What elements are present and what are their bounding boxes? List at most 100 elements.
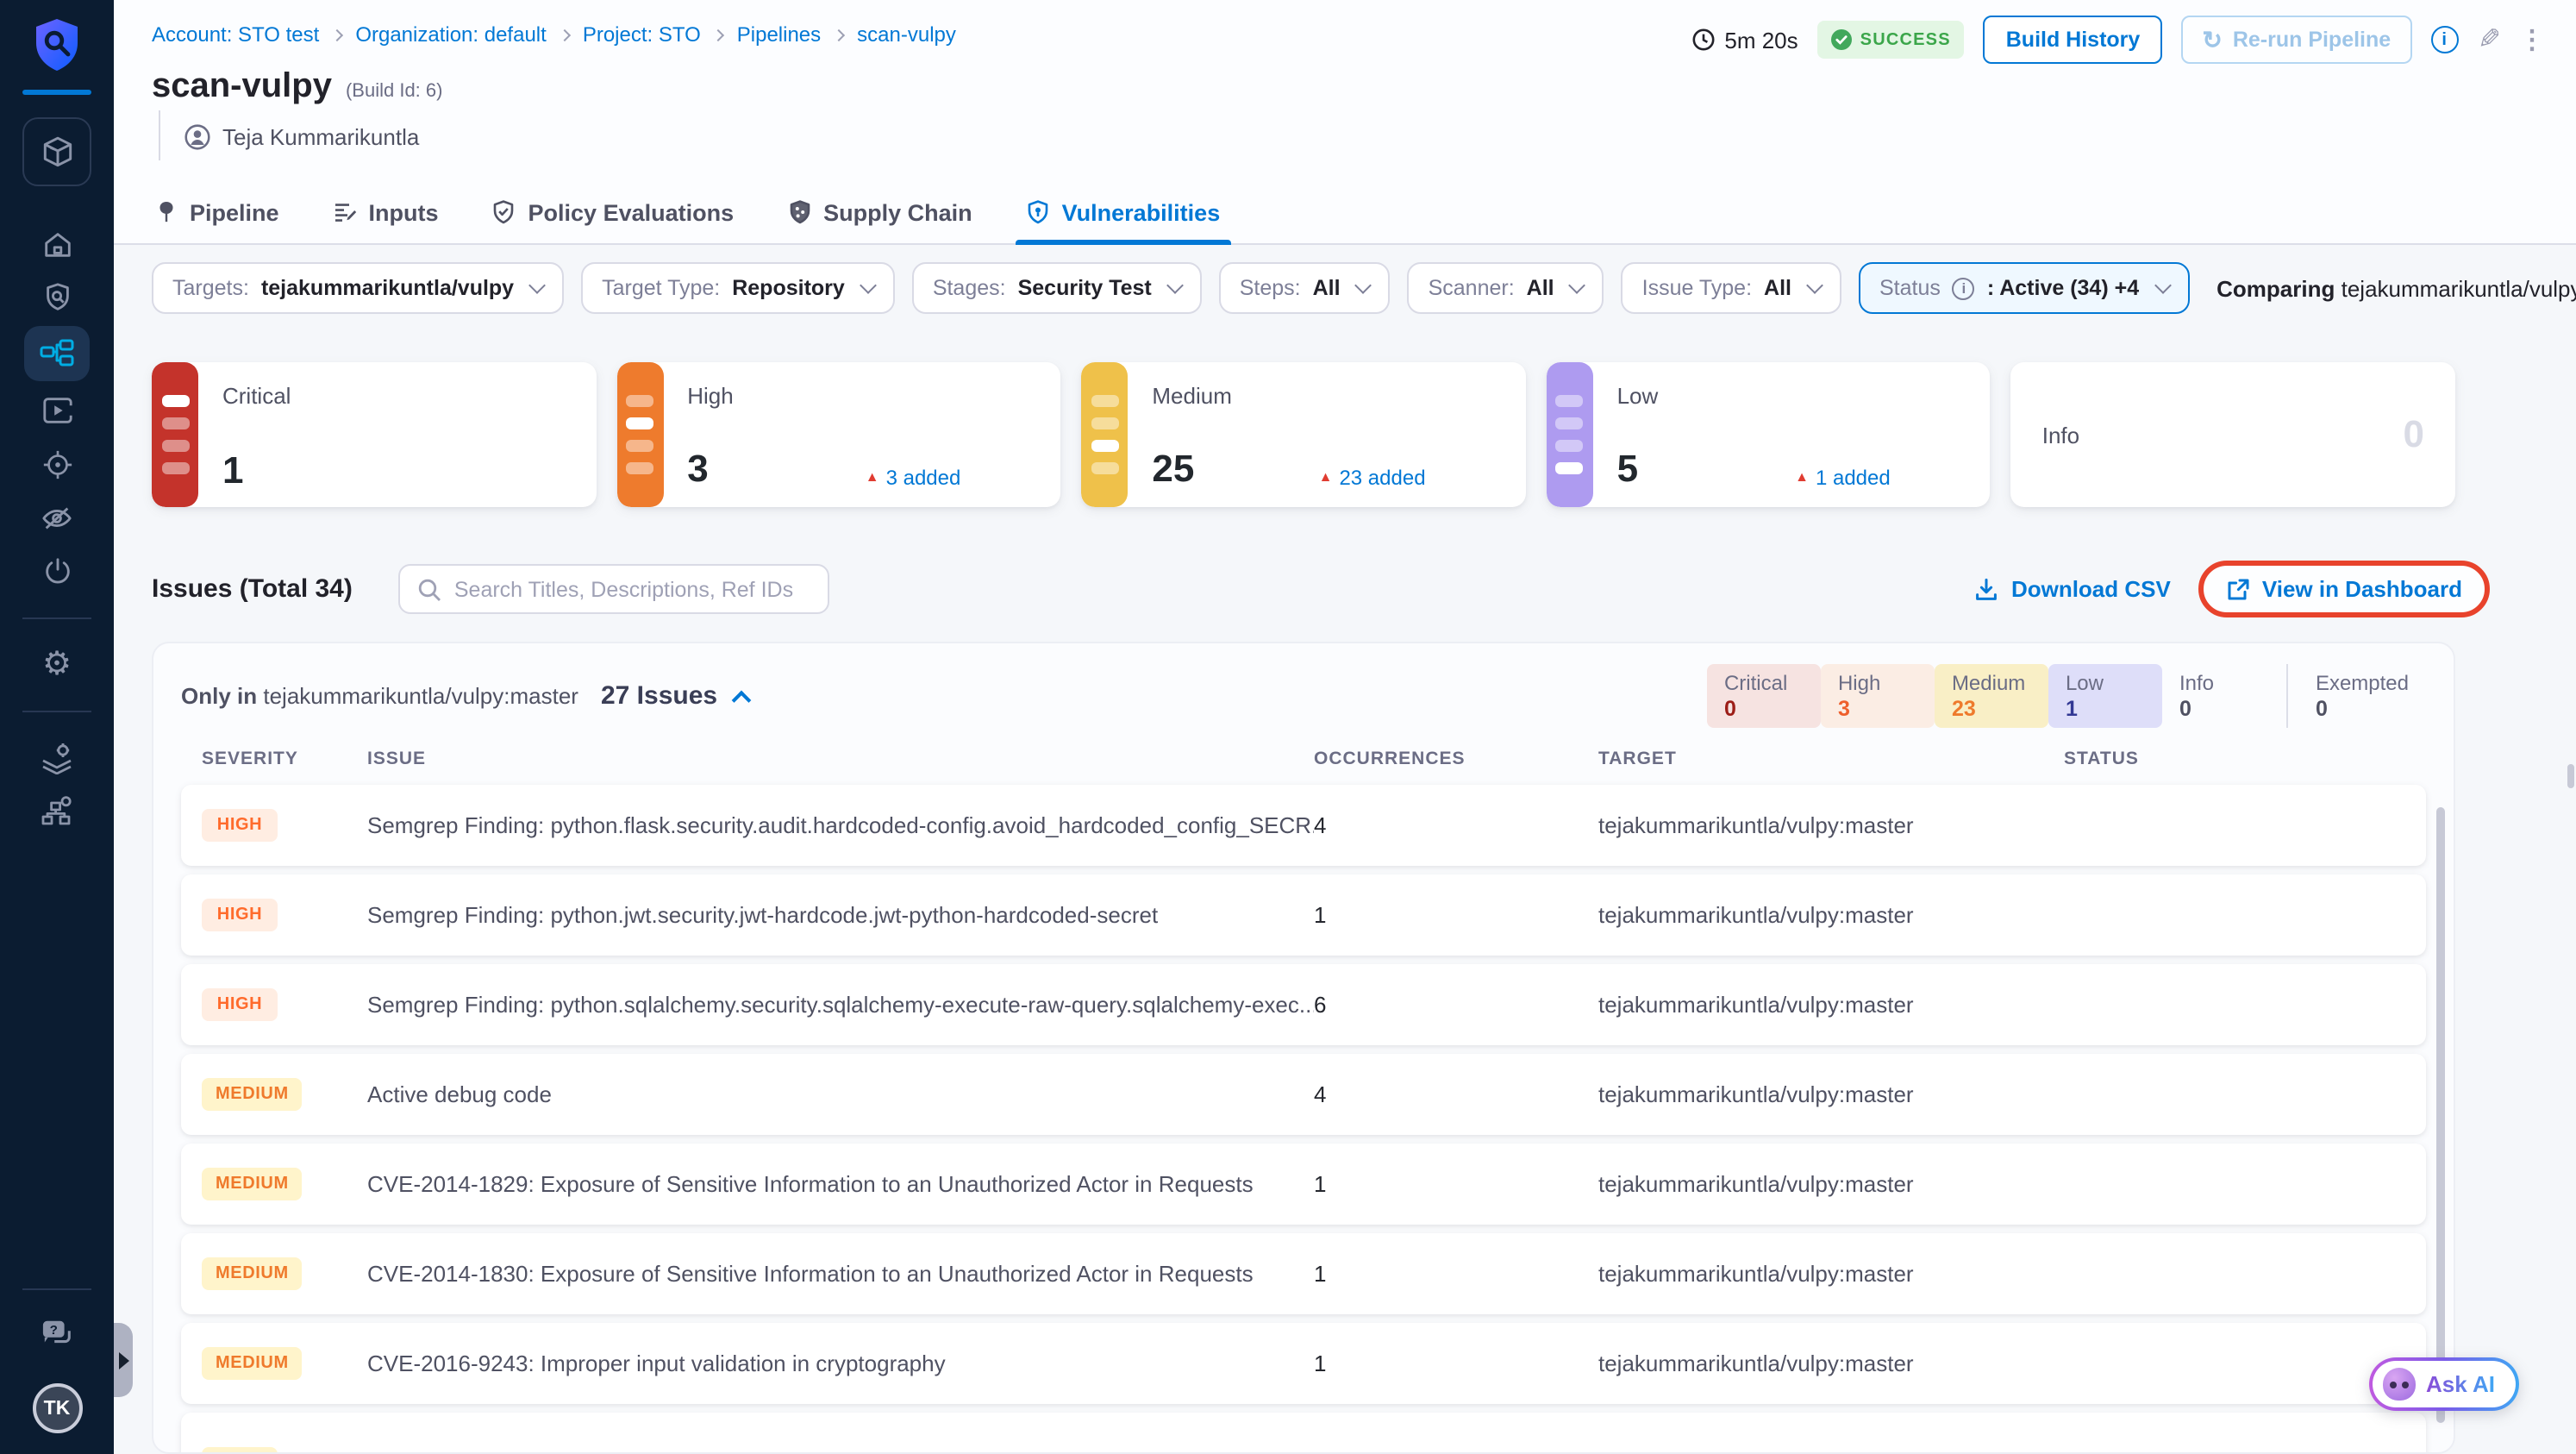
tab-pipeline[interactable]: Pipeline (152, 179, 283, 245)
download-csv-button[interactable]: Download CSV (1975, 576, 2171, 602)
sidebar-item-get-started[interactable] (24, 545, 90, 597)
chip-exempted: Exempted 0 (2285, 663, 2426, 727)
tab-supply-chain[interactable]: Supply Chain (784, 179, 976, 245)
sidebar-item-targets[interactable] (24, 438, 90, 490)
sidebar-item-exemptions[interactable] (24, 492, 90, 543)
search-box[interactable] (398, 564, 830, 614)
table-row[interactable]: MEDIUM CVE-2014-1830: Exposure of Sensit… (181, 1233, 2426, 1314)
table-row[interactable]: MEDIUM Active debug code 4 tejakummariku… (181, 1054, 2426, 1135)
build-history-button[interactable]: Build History (1983, 16, 2163, 64)
severity-badge: MEDIUM (202, 1347, 303, 1380)
title-row: scan-vulpy (Build Id: 6) (152, 67, 442, 107)
severity-strip-critical (152, 362, 198, 507)
help-button[interactable]: ? (24, 1307, 90, 1359)
sidebar-expand-handle[interactable] (114, 1323, 133, 1397)
card-label: Low (1616, 383, 1659, 409)
card-low[interactable]: Low 5 ▲ 1 added (1546, 362, 1991, 507)
power-icon (41, 555, 73, 587)
table-row[interactable]: MEDIUM CVE-2016-9243: Improper input val… (181, 1323, 2426, 1404)
breadcrumb-organization[interactable]: Organization: default (355, 22, 547, 47)
view-in-dashboard-button[interactable]: View in Dashboard (2226, 576, 2462, 602)
filter-status[interactable]: Status i : Active (34) +4 (1859, 262, 2190, 314)
sidebar-item-scans[interactable] (24, 271, 90, 323)
occurrences-value: 4 (1314, 812, 1327, 838)
issues-toolbar: Issues (Total 34) Download CSV View in D… (152, 561, 2490, 617)
sidebar-item-infrastructure[interactable] (24, 785, 90, 837)
target-value: tejakummarikuntla/vulpy:master (1598, 812, 1914, 838)
info-icon[interactable]: i (2430, 26, 2459, 53)
chevron-down-icon (1354, 277, 1372, 294)
left-nav-sidebar: ⚙ ? TK (0, 0, 114, 1454)
shield-check-icon (492, 200, 516, 224)
filter-issue-type[interactable]: Issue Type: All (1621, 262, 1841, 314)
chevron-right-icon (833, 28, 846, 41)
severity-strip-low (1546, 362, 1593, 507)
cube-icon (39, 134, 75, 170)
table-row[interactable]: HIGH Semgrep Finding: python.flask.secur… (181, 785, 2426, 866)
header-controls: 5m 20s SUCCESS Build History ↻ Re-run Pi… (1691, 16, 2545, 64)
tab-bar: Pipeline Inputs Policy Evaluations Suppl… (152, 179, 1230, 245)
table-header: SEVERITY ISSUE OCCURRENCES TARGET STATUS (181, 749, 2426, 769)
sidebar-item-settings[interactable]: ⚙ (24, 638, 90, 690)
target-value: tejakummarikuntla/vulpy:master (1598, 1261, 1914, 1287)
breadcrumb-project[interactable]: Project: STO (583, 22, 701, 47)
rerun-pipeline-button[interactable]: ↻ Re-run Pipeline (2181, 16, 2412, 64)
severity-strip-high (616, 362, 664, 507)
chip-high: High 3 (1820, 663, 1935, 727)
triangle-up-icon: ▲ (865, 469, 879, 485)
table-row[interactable]: MEDIUM CVE-2014-1829: Exposure of Sensit… (181, 1144, 2426, 1225)
breadcrumb-pipelines[interactable]: Pipelines (737, 22, 821, 47)
chip-critical: Critical 0 (1706, 663, 1821, 727)
filter-steps[interactable]: Steps: All (1218, 262, 1391, 314)
card-high[interactable]: High 3 ▲ 3 added (616, 362, 1061, 507)
ask-ai-label: Ask AI (2426, 1371, 2495, 1397)
group-scope-label: Only in tejakummarikuntla/vulpy:master (181, 682, 578, 708)
card-added[interactable]: ▲ 1 added (1795, 466, 1891, 490)
ask-ai-button[interactable]: Ask AI (2369, 1357, 2519, 1411)
table-row-partial[interactable] (181, 1413, 2426, 1452)
tab-inputs[interactable]: Inputs (329, 179, 442, 245)
module-selector-button[interactable] (22, 117, 91, 186)
table-row[interactable]: HIGH Semgrep Finding: python.jwt.securit… (181, 874, 2426, 956)
col-status: STATUS (2064, 749, 2139, 769)
tab-vulnerabilities[interactable]: Vulnerabilities (1015, 179, 1230, 245)
table-row[interactable]: HIGH Semgrep Finding: python.sqlalchemy.… (181, 964, 2426, 1045)
sidebar-item-pipelines[interactable] (24, 326, 90, 381)
breadcrumb-account[interactable]: Account: STO test (152, 22, 319, 47)
chevron-up-icon[interactable] (731, 690, 752, 711)
sidebar-divider (22, 711, 91, 712)
chevron-down-icon (528, 277, 546, 294)
issue-title: Active debug code (367, 1081, 552, 1107)
card-added[interactable]: ▲ 23 added (1319, 466, 1426, 490)
group-issue-count: 27 Issues (600, 680, 718, 710)
card-count: 0 (2403, 412, 2424, 455)
chevron-down-icon (2154, 277, 2172, 294)
issue-group-header[interactable]: Only in tejakummarikuntla/vulpy:master 2… (181, 663, 2426, 727)
card-critical[interactable]: Critical 1 ▲ (152, 362, 597, 507)
severity-badge: HIGH (202, 899, 278, 931)
triangle-up-icon: ▲ (1318, 469, 1333, 485)
card-added[interactable]: ▲ 3 added (866, 466, 961, 490)
chip-low: Low 1 (2048, 663, 2162, 727)
filter-scanner[interactable]: Scanner: All (1407, 262, 1604, 314)
pipelines-icon (40, 338, 74, 369)
card-info[interactable]: Info 0 (2010, 362, 2455, 507)
kebab-menu-icon[interactable]: ⋮ (2519, 24, 2545, 55)
edit-pencil-icon[interactable]: ✎ (2477, 22, 2500, 57)
annotation-highlight-circle: View in Dashboard (2198, 561, 2490, 617)
filter-stages[interactable]: Stages: Security Test (911, 262, 1202, 314)
tab-policy-evaluations[interactable]: Policy Evaluations (489, 179, 738, 245)
page-scrollbar-thumb[interactable] (2567, 764, 2574, 788)
sidebar-item-home[interactable] (24, 217, 90, 269)
sidebar-item-executions[interactable] (24, 385, 90, 436)
filter-target-type[interactable]: Target Type: Repository (581, 262, 895, 314)
user-avatar[interactable]: TK (32, 1383, 82, 1433)
search-input[interactable] (453, 577, 811, 601)
breadcrumb-current[interactable]: scan-vulpy (857, 22, 956, 47)
chevron-down-icon (1806, 277, 1823, 294)
filter-targets[interactable]: Targets: tejakummarikuntla/vulpy (152, 262, 565, 314)
card-medium[interactable]: Medium 25 ▲ 23 added (1081, 362, 1526, 507)
sidebar-item-environments[interactable] (24, 731, 90, 783)
table-scrollbar-thumb[interactable] (2436, 807, 2445, 1423)
issue-title: Semgrep Finding: python.sqlalchemy.secur… (367, 992, 1314, 1018)
